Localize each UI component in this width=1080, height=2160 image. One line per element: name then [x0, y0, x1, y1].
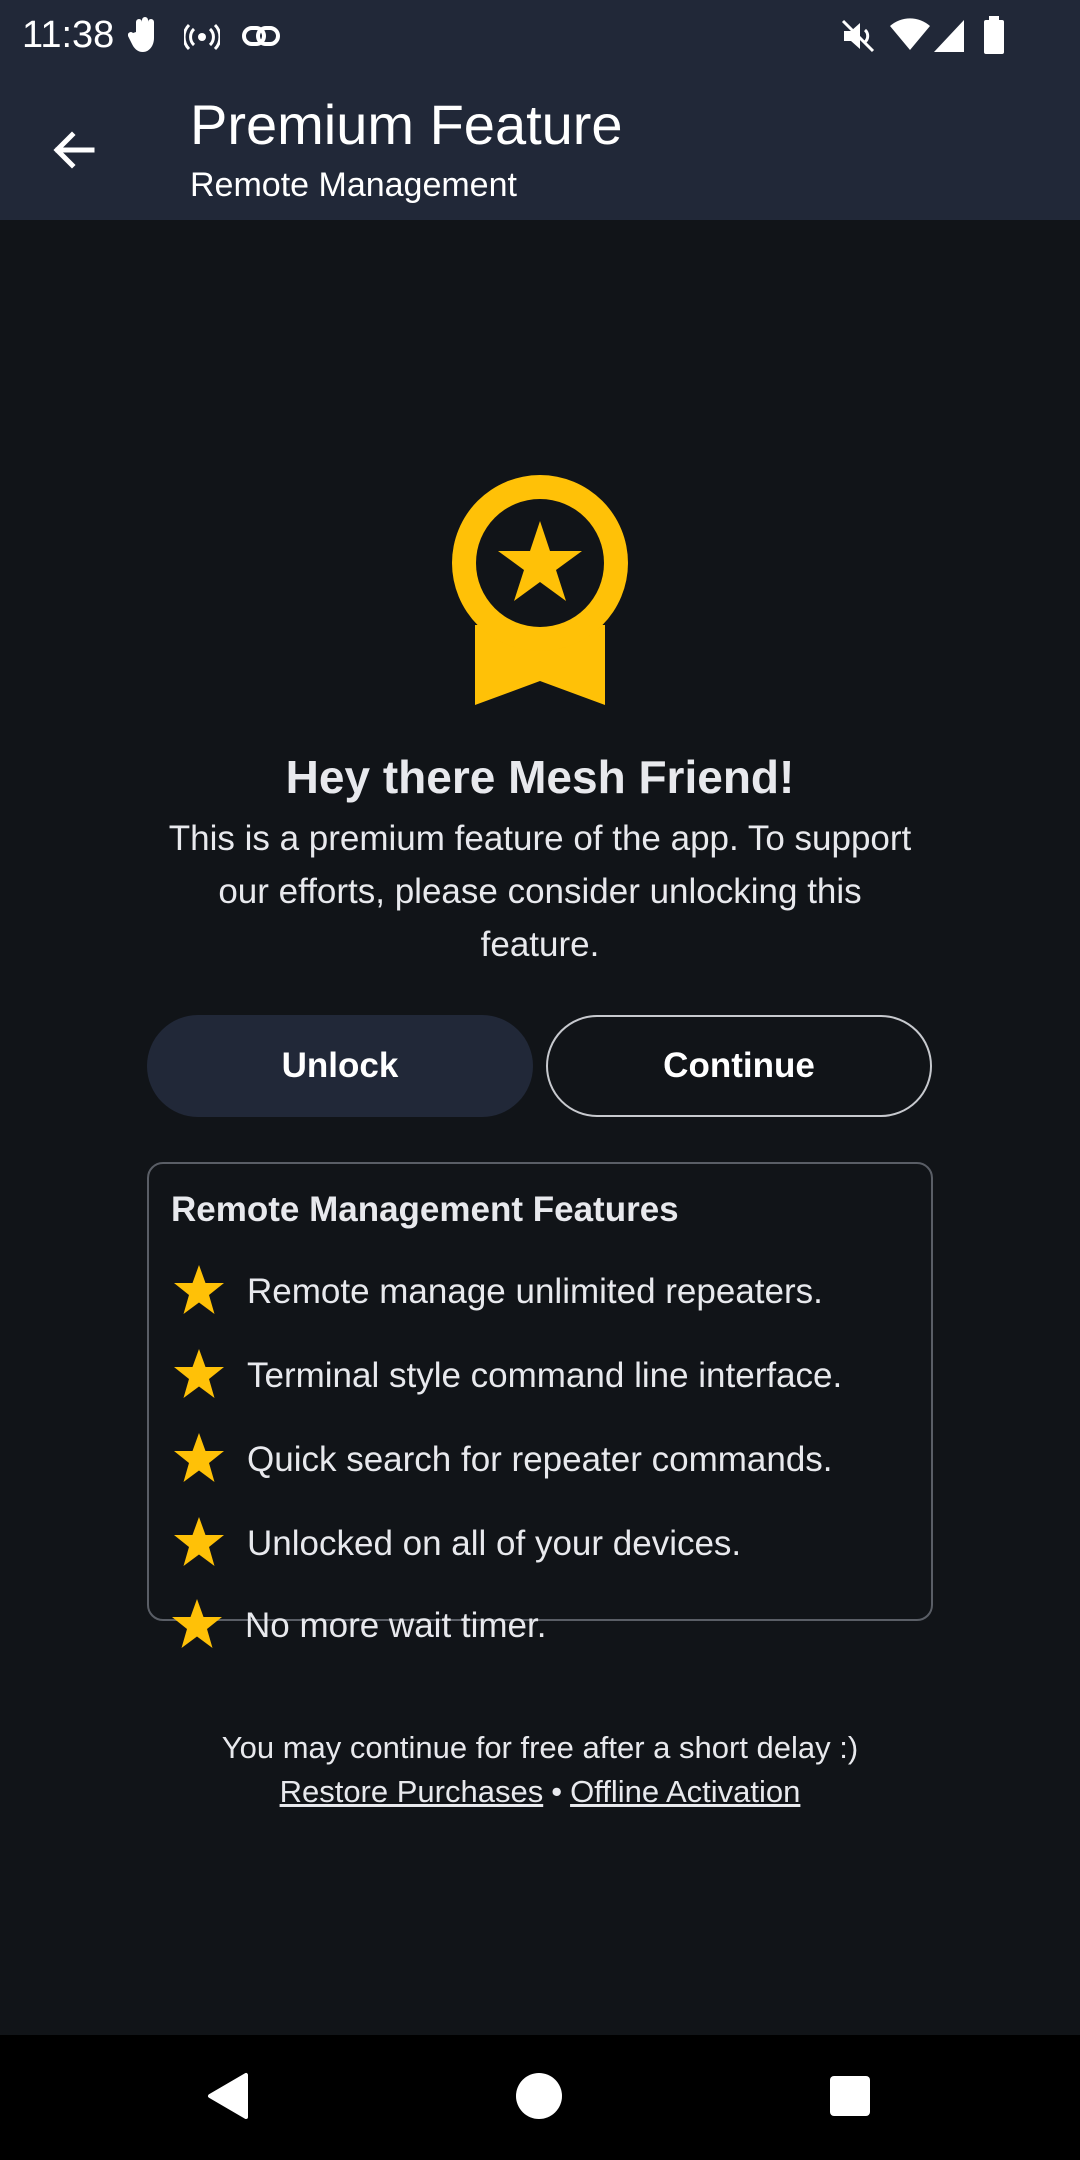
link-separator: • [551, 1774, 563, 1809]
star-icon [171, 1262, 227, 1323]
status-bar: 11:38 [0, 0, 1080, 72]
unlock-button[interactable]: Unlock [147, 1015, 533, 1117]
star-icon [171, 1346, 227, 1407]
nav-back-button[interactable] [193, 2063, 263, 2133]
award-badge-icon [452, 475, 628, 710]
star-icon [171, 1430, 227, 1491]
feature-text: Terminal style command line interface. [247, 1356, 843, 1395]
back-button[interactable] [34, 112, 114, 192]
app-bar: Premium Feature Remote Management [0, 72, 1080, 220]
restore-purchases-link[interactable]: Restore Purchases [280, 1774, 544, 1809]
page-title: Premium Feature [190, 93, 623, 156]
headline: Hey there Mesh Friend! [285, 751, 795, 803]
status-time: 11:38 [22, 14, 115, 56]
wifi-icon [890, 18, 930, 57]
back-triangle-icon [206, 2071, 250, 2126]
feature-text: Unlocked on all of your devices. [247, 1524, 742, 1563]
nav-home-button[interactable] [504, 2063, 574, 2133]
navigation-bar [0, 2035, 1080, 2160]
recents-square-icon [829, 2075, 871, 2122]
features-card: Remote Management Features Remote manage… [147, 1162, 933, 1621]
feature-text: Remote manage unlimited repeaters. [247, 1272, 823, 1311]
list-item: Terminal style command line interface. [171, 1346, 911, 1406]
battery-icon [982, 16, 1006, 59]
delay-note: You may continue for free after a short … [221, 1730, 859, 1765]
list-item: Remote manage unlimited repeaters. [171, 1262, 911, 1322]
link-icon [242, 24, 280, 53]
footer-links: Restore Purchases • Offline Activation [0, 1774, 1080, 1810]
star-icon [171, 1514, 227, 1575]
page-subtitle: Remote Management [190, 166, 517, 204]
hand-icon [127, 16, 162, 61]
broadcast-icon [182, 22, 222, 57]
offline-activation-link[interactable]: Offline Activation [570, 1774, 800, 1809]
list-item: No more wait timer. [169, 1596, 909, 1656]
arrow-back-icon [50, 126, 98, 179]
list-item: Quick search for repeater commands. [171, 1430, 911, 1490]
features-title: Remote Management Features [171, 1190, 679, 1229]
mute-icon [840, 18, 876, 59]
signal-icon [932, 18, 966, 59]
feature-text: No more wait timer. [245, 1606, 547, 1645]
feature-text: Quick search for repeater commands. [247, 1440, 833, 1479]
nav-recents-button[interactable] [815, 2063, 885, 2133]
main-content: Hey there Mesh Friend! This is a premium… [0, 220, 1080, 2035]
home-circle-icon [515, 2072, 563, 2125]
continue-button[interactable]: Continue [546, 1015, 932, 1117]
premium-message: This is a premium feature of the app. To… [168, 819, 912, 964]
star-icon [169, 1596, 225, 1657]
list-item: Unlocked on all of your devices. [171, 1514, 911, 1574]
